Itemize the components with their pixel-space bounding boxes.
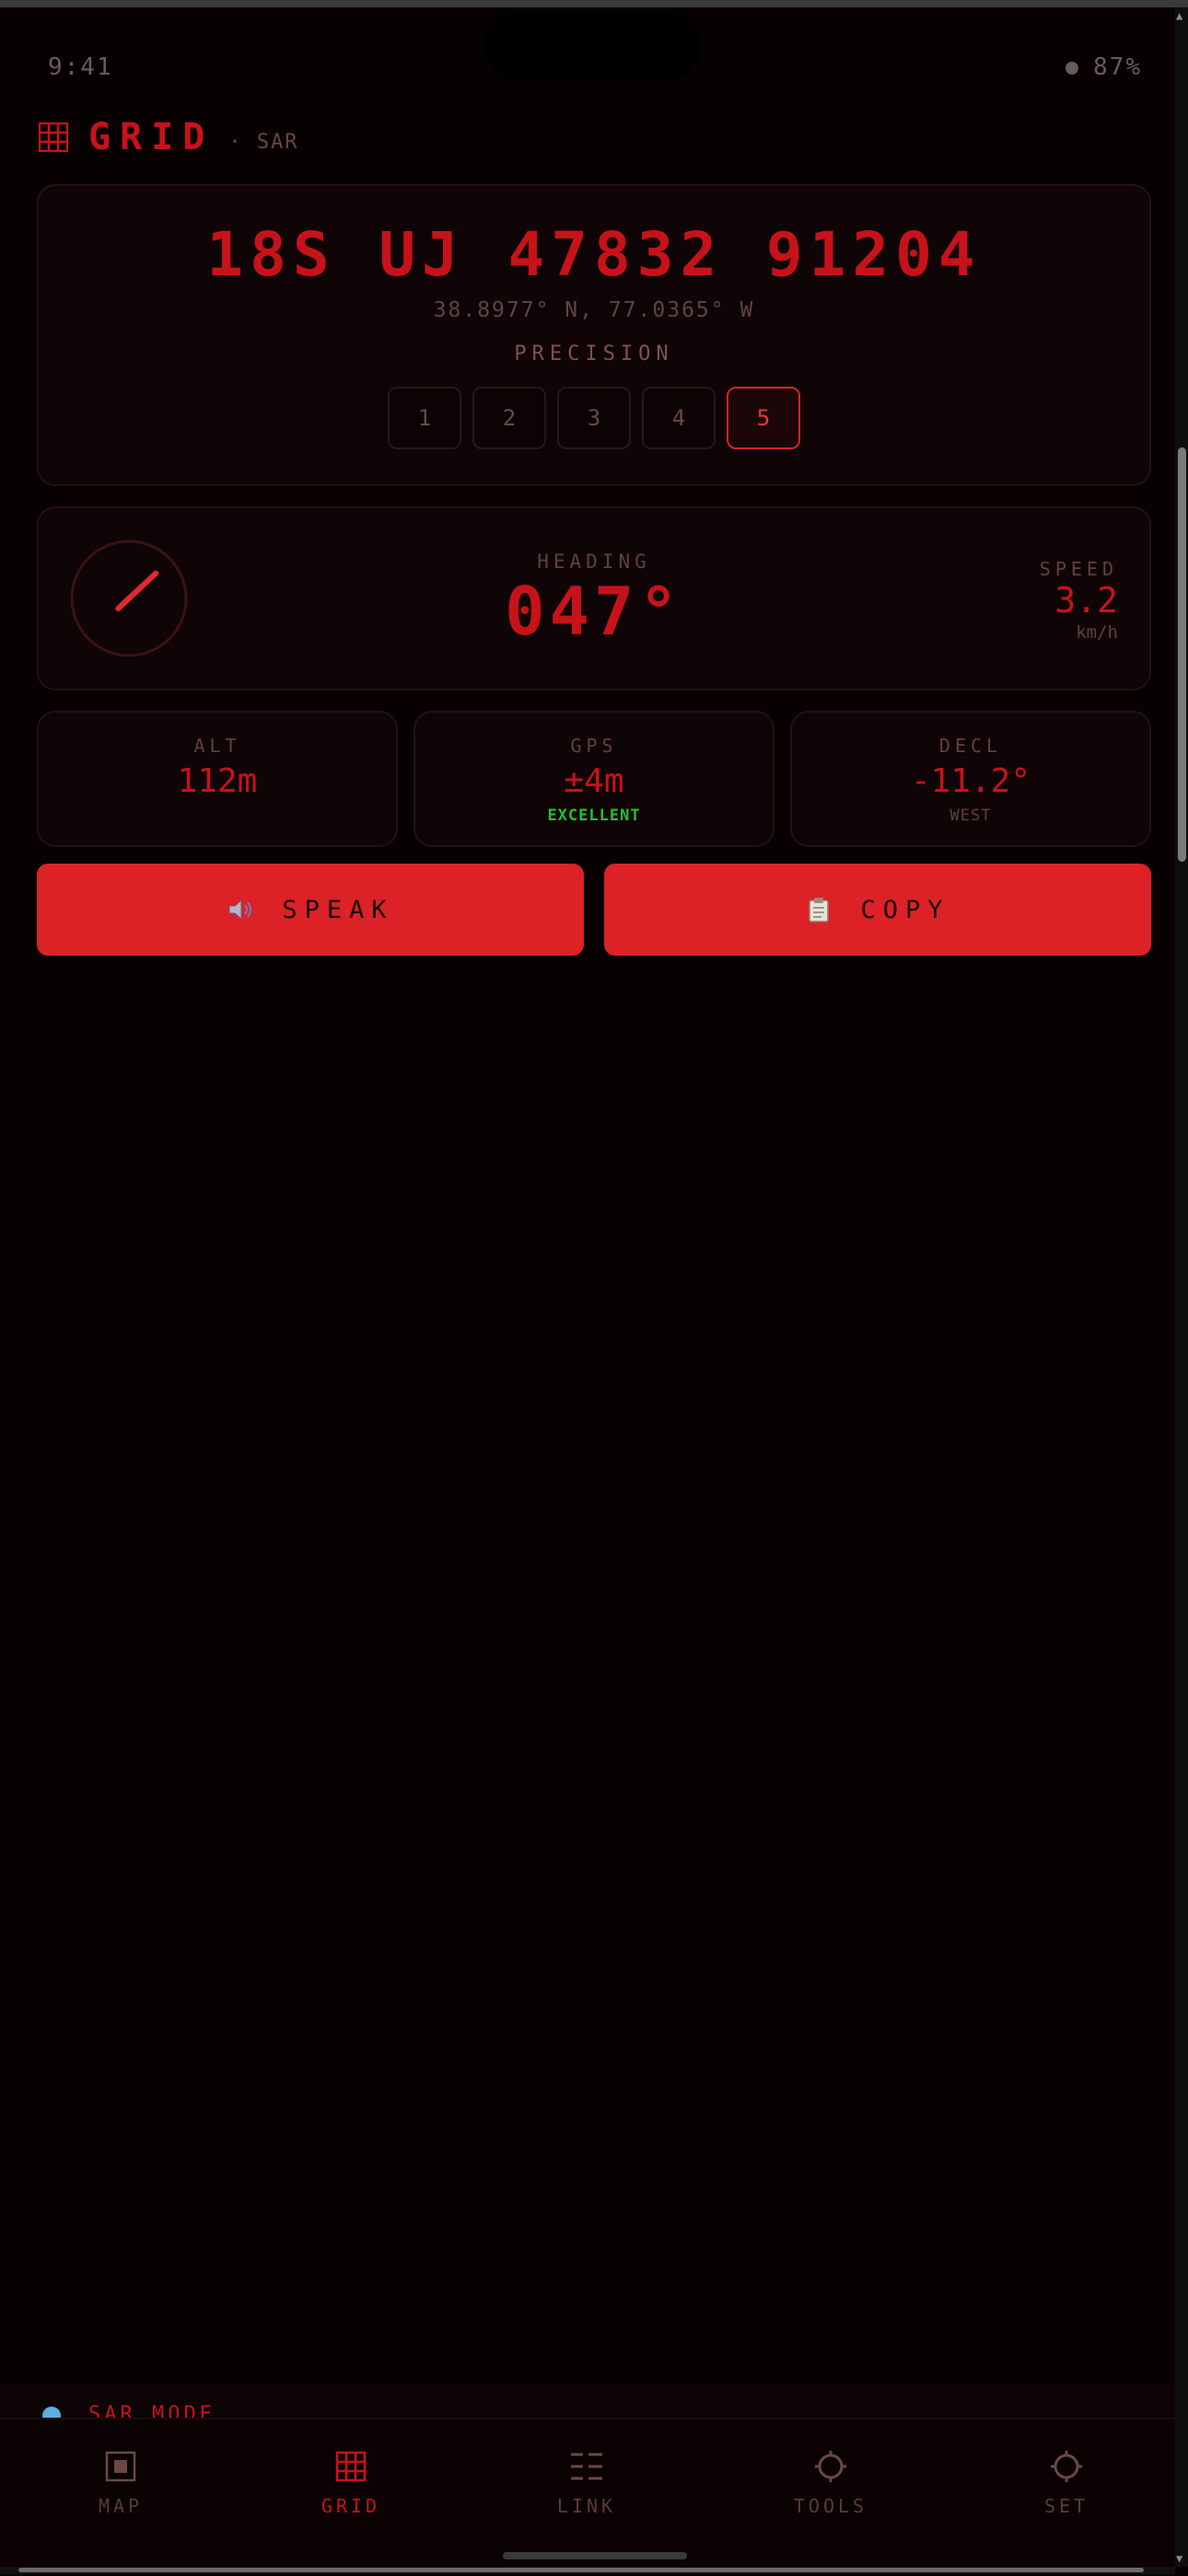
heading-value: 047° [505, 573, 683, 650]
declination-label: DECL [938, 735, 1003, 757]
nav-item-tools[interactable]: TOOLS [757, 2445, 904, 2517]
copy-button[interactable]: COPY [604, 864, 1151, 956]
status-time: 9:41 [48, 53, 113, 81]
nav-label-set: SET [1043, 2495, 1089, 2517]
grid-icon [335, 2451, 367, 2482]
battery-status: 87% [1066, 53, 1142, 81]
battery-dot-icon [1066, 61, 1079, 75]
altitude-value: 112m [177, 762, 258, 800]
list-icon [571, 2453, 602, 2480]
app-subtitle: · SAR [228, 130, 299, 154]
nav-label-tools: TOOLS [793, 2495, 868, 2517]
precision-button-4[interactable]: 4 [642, 387, 716, 449]
altitude-card: ALT 112m [37, 711, 398, 847]
precision-button-3[interactable]: 3 [557, 387, 631, 449]
gps-card: GPS ±4m EXCELLENT [413, 711, 775, 847]
heading-card: HEADING 047° SPEED 3.2 km/h [37, 506, 1151, 690]
heading-label: HEADING [537, 551, 651, 573]
map-icon [105, 2451, 136, 2482]
nav-label-grid: GRID [320, 2495, 381, 2517]
precision-button-2[interactable]: 2 [472, 387, 546, 449]
copy-button-label: COPY [860, 895, 950, 924]
nav-item-link[interactable]: LINK [513, 2445, 660, 2517]
latlon-coordinate: 38.8977° N, 77.0365° W [433, 298, 755, 322]
home-indicator[interactable] [503, 2552, 687, 2559]
scrollbar-thumb[interactable] [1178, 447, 1186, 862]
clipboard-icon [809, 898, 830, 922]
nav-label-map: MAP [98, 2495, 144, 2517]
speak-button[interactable]: SPEAK [37, 864, 584, 956]
gear-icon [815, 2451, 846, 2482]
gps-label: GPS [570, 735, 618, 757]
app-title: GRID [88, 116, 215, 158]
gps-quality-badge: EXCELLENT [547, 806, 641, 825]
gps-accuracy-value: ±4m [564, 762, 624, 800]
top-edge-bar [0, 0, 1188, 7]
vertical-scrollbar[interactable] [1175, 7, 1188, 2567]
precision-button-5[interactable]: 5 [727, 387, 800, 449]
mgrs-coordinate: 18S UJ 47832 91204 [206, 219, 982, 290]
declination-direction: WEST [949, 806, 992, 825]
battery-level: 87% [1093, 53, 1142, 81]
nav-item-grid[interactable]: GRID [277, 2445, 425, 2517]
scroll-down-arrow-icon[interactable]: ▼ [1176, 2552, 1182, 2565]
status-bar: 9:41 87% [0, 53, 1175, 90]
precision-button-1[interactable]: 1 [388, 387, 461, 449]
declination-value: -11.2° [910, 762, 1031, 800]
declination-card: DECL -11.2° WEST [790, 711, 1151, 847]
nav-label-link: LINK [556, 2495, 617, 2517]
altitude-label: ALT [193, 735, 241, 757]
speed-unit: km/h [1076, 622, 1118, 643]
speed-value: 3.2 [1054, 580, 1118, 621]
coordinate-card: 18S UJ 47832 91204 38.8977° N, 77.0365° … [37, 184, 1151, 486]
nav-item-map[interactable]: MAP [47, 2445, 194, 2517]
grid-icon [39, 122, 68, 152]
gear-icon [1051, 2451, 1082, 2482]
precision-selector: 1 2 3 4 5 [388, 387, 800, 449]
horizontal-scrollbar-thumb[interactable] [18, 2568, 1144, 2572]
precision-label: PRECISION [514, 342, 674, 366]
mode-banner: SAR MODE [0, 2385, 1175, 2421]
app-header: GRID · SAR [39, 114, 299, 160]
scroll-up-arrow-icon[interactable]: ▲ [1176, 9, 1182, 22]
speak-button-label: SPEAK [282, 895, 394, 924]
speed-label: SPEED [1039, 558, 1118, 580]
speaker-icon [228, 899, 252, 921]
nav-item-set[interactable]: SET [993, 2445, 1140, 2517]
